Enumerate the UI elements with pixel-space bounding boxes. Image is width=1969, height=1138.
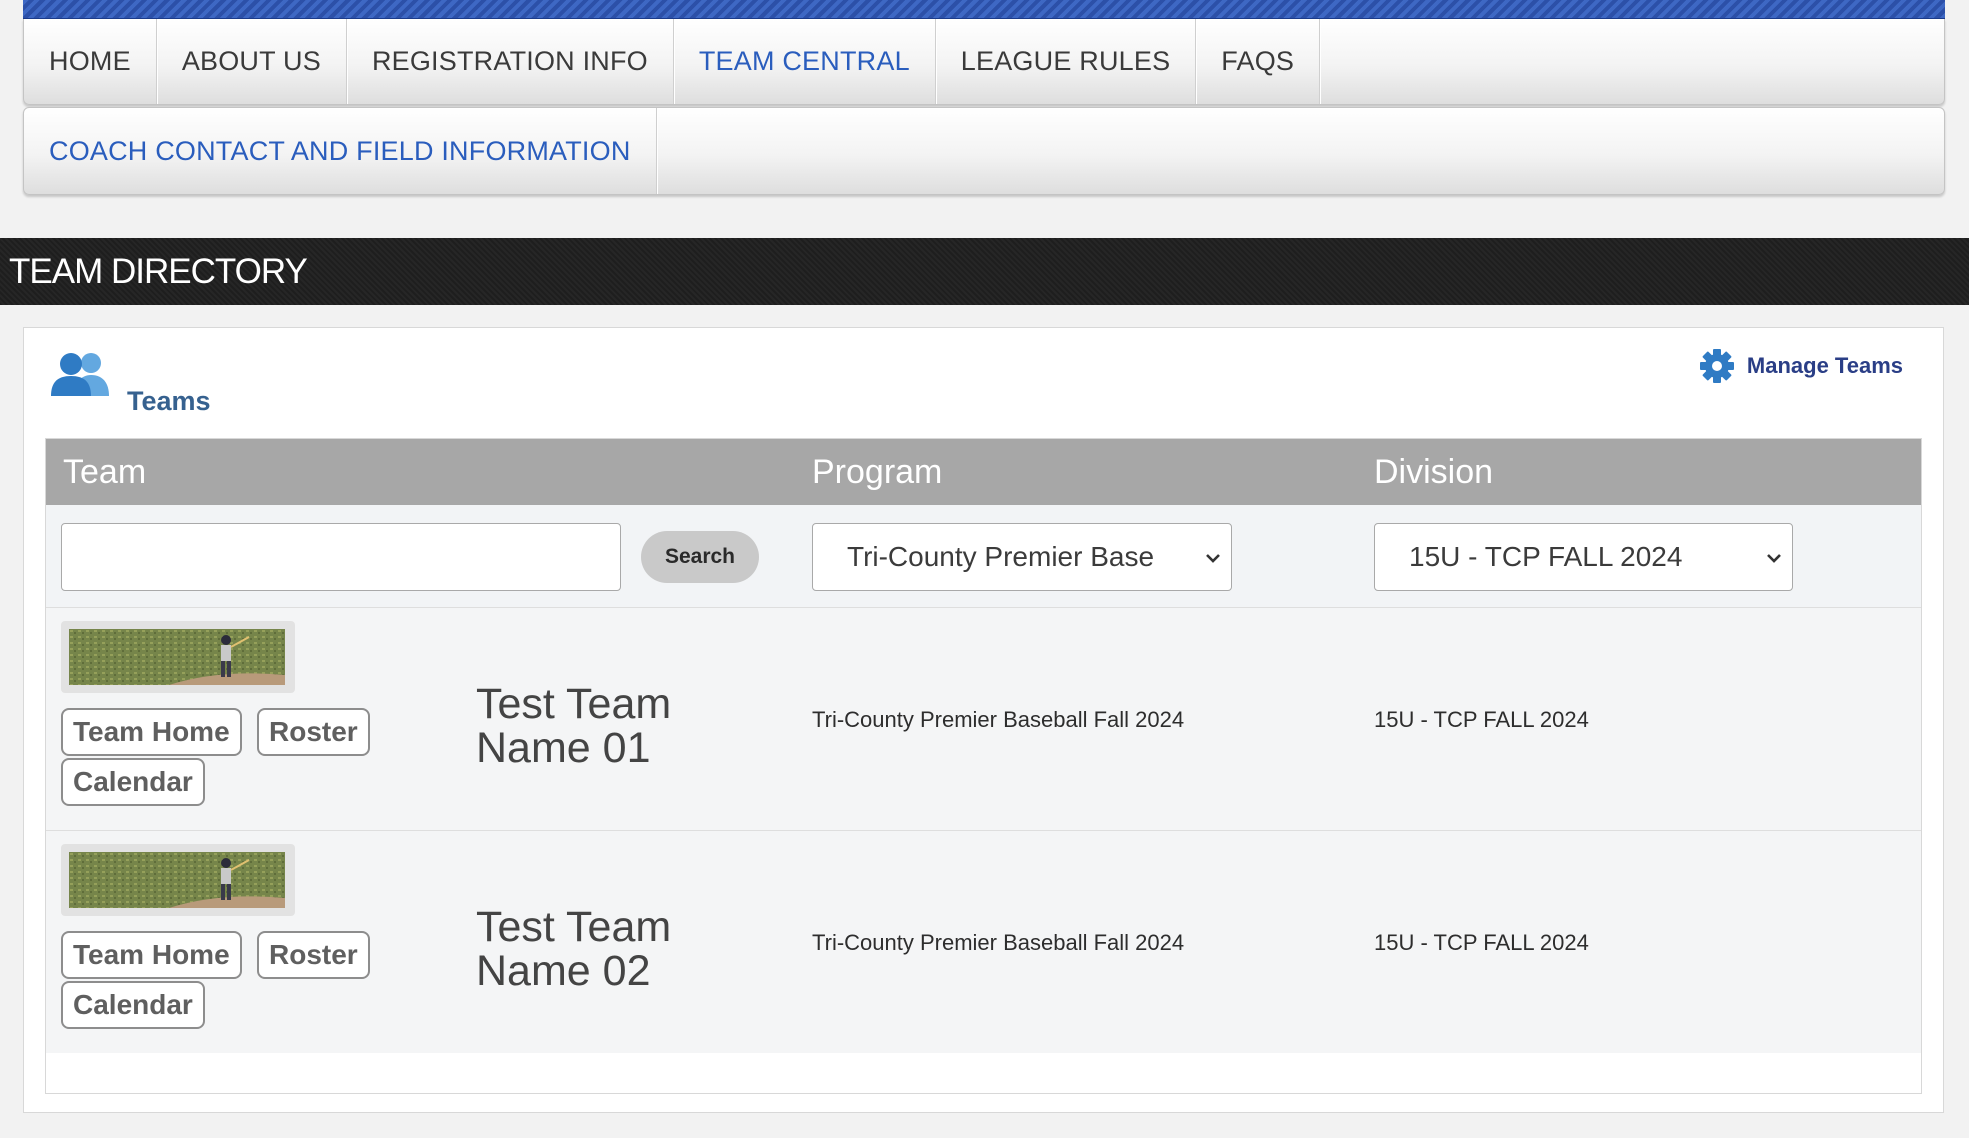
- team-image[interactable]: [61, 621, 295, 693]
- teams-table: Team Program Division Search Tri-County …: [45, 438, 1922, 1094]
- nav-item-team-central[interactable]: TEAM CENTRAL: [674, 19, 936, 104]
- team-photo: [69, 629, 285, 685]
- nav-item-coach-contact[interactable]: COACH CONTACT AND FIELD INFORMATION: [24, 108, 657, 194]
- team-division: 15U - TCP FALL 2024: [1374, 707, 1589, 732]
- nav-item-registration-info[interactable]: REGISTRATION INFO: [347, 19, 674, 104]
- chevron-down-icon: [1206, 554, 1220, 563]
- table-row: Team Home Roster Calendar Test Team Name…: [46, 607, 1921, 830]
- nav-item-league-rules[interactable]: LEAGUE RULES: [936, 19, 1197, 104]
- team-program: Tri-County Premier Baseball Fall 2024: [812, 930, 1185, 955]
- team-image[interactable]: [61, 844, 295, 916]
- chevron-down-icon: [1767, 554, 1781, 563]
- calendar-button[interactable]: Calendar: [61, 981, 205, 1029]
- teams-panel: Teams Manage Teams Team Program Division: [23, 327, 1944, 1113]
- division-select[interactable]: 15U - TCP FALL 2024: [1374, 523, 1793, 591]
- nav-item-faqs[interactable]: FAQS: [1196, 19, 1321, 104]
- manage-teams-link[interactable]: Manage Teams: [1699, 348, 1903, 384]
- panel-title: Teams: [127, 386, 211, 416]
- team-photo: [69, 852, 285, 908]
- calendar-button[interactable]: Calendar: [61, 758, 205, 806]
- gear-icon: [1699, 349, 1734, 383]
- manage-teams-label: Manage Teams: [1746, 353, 1903, 378]
- team-name[interactable]: Test Team Name 01: [476, 682, 736, 770]
- column-header-program[interactable]: Program: [812, 439, 942, 505]
- nav-row-1: HOME ABOUT US REGISTRATION INFO TEAM CEN…: [23, 19, 1945, 105]
- nav-top-stripe: [23, 0, 1945, 19]
- team-home-button[interactable]: Team Home: [61, 708, 242, 756]
- main-navigation: HOME ABOUT US REGISTRATION INFO TEAM CEN…: [23, 0, 1945, 195]
- search-button[interactable]: Search: [641, 531, 759, 583]
- team-name[interactable]: Test Team Name 02: [476, 905, 736, 993]
- section-title: TEAM DIRECTORY: [9, 251, 308, 291]
- team-program: Tri-County Premier Baseball Fall 2024: [812, 707, 1185, 732]
- program-select-value: Tri-County Premier Base: [847, 541, 1155, 572]
- filter-row: Search Tri-County Premier Base 15U - TCP…: [46, 505, 1921, 608]
- column-header-team[interactable]: Team: [63, 439, 146, 505]
- team-search-input[interactable]: [61, 523, 621, 591]
- table-header: Team Program Division: [46, 439, 1921, 505]
- nav-item-home[interactable]: HOME: [24, 19, 157, 104]
- team-division: 15U - TCP FALL 2024: [1374, 930, 1589, 955]
- roster-button[interactable]: Roster: [257, 931, 370, 979]
- column-header-division[interactable]: Division: [1374, 439, 1493, 505]
- team-home-button[interactable]: Team Home: [61, 931, 242, 979]
- roster-button[interactable]: Roster: [257, 708, 370, 756]
- users-icon: [51, 353, 109, 396]
- nav-row-2: COACH CONTACT AND FIELD INFORMATION: [23, 107, 1945, 195]
- program-select[interactable]: Tri-County Premier Base: [812, 523, 1232, 591]
- nav-item-about-us[interactable]: ABOUT US: [157, 19, 347, 104]
- table-row: Team Home Roster Calendar Test Team Name…: [46, 830, 1921, 1053]
- section-header: TEAM DIRECTORY: [0, 238, 1969, 305]
- division-select-value: 15U - TCP FALL 2024: [1409, 541, 1683, 572]
